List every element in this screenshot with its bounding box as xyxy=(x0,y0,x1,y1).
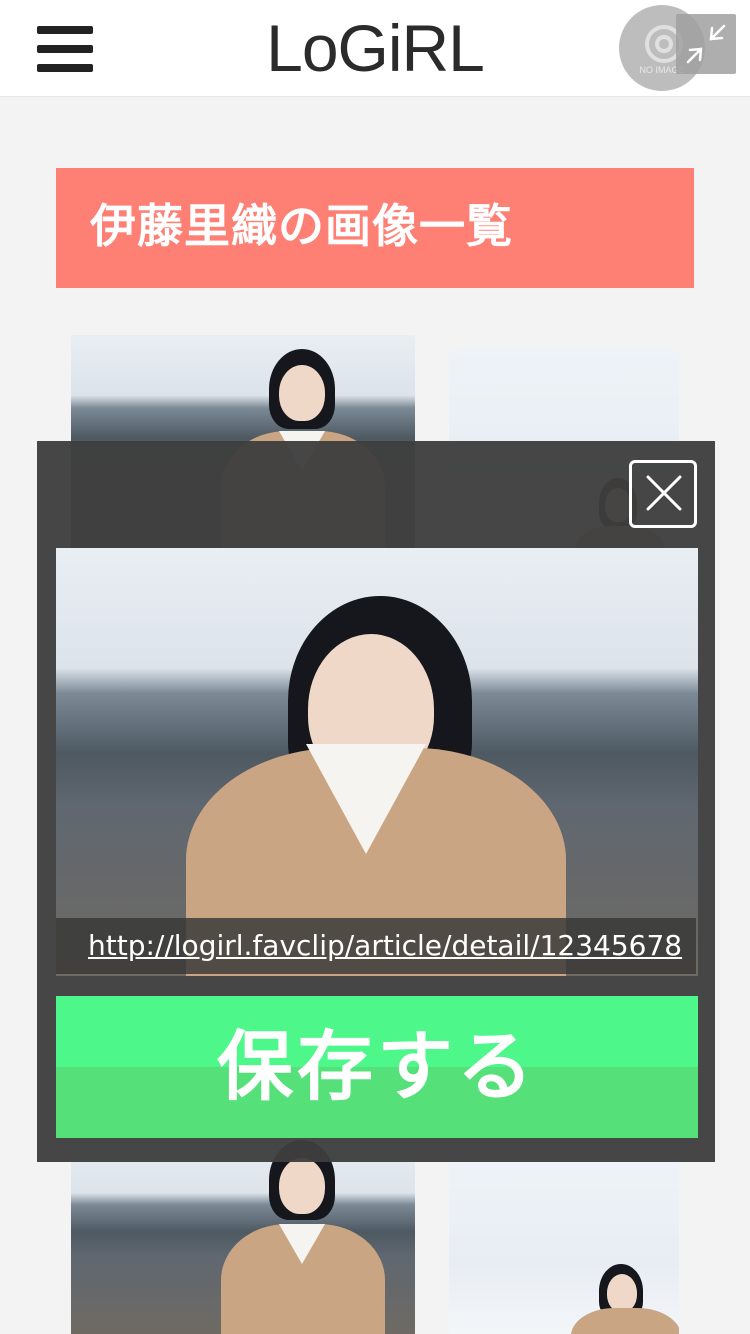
modal-photo xyxy=(56,548,698,976)
app-header: LoGiRL NO IMAGE xyxy=(0,0,750,97)
shrink-arrows-icon[interactable] xyxy=(676,14,736,74)
gallery-thumb-3[interactable] xyxy=(71,1138,415,1334)
article-url-bar: http://logirl.favclip/article/detail/123… xyxy=(56,918,696,974)
gallery-thumb-4[interactable] xyxy=(449,1160,679,1334)
save-button-label: 保存する xyxy=(217,1022,537,1111)
save-button[interactable]: 保存する xyxy=(56,996,698,1138)
page-title-banner: 伊藤里織の画像一覧 xyxy=(56,168,694,288)
page-title: 伊藤里織の画像一覧 xyxy=(90,199,513,253)
close-button[interactable] xyxy=(629,460,697,528)
article-url-link[interactable]: http://logirl.favclip/article/detail/123… xyxy=(88,930,682,962)
close-icon xyxy=(646,475,682,511)
